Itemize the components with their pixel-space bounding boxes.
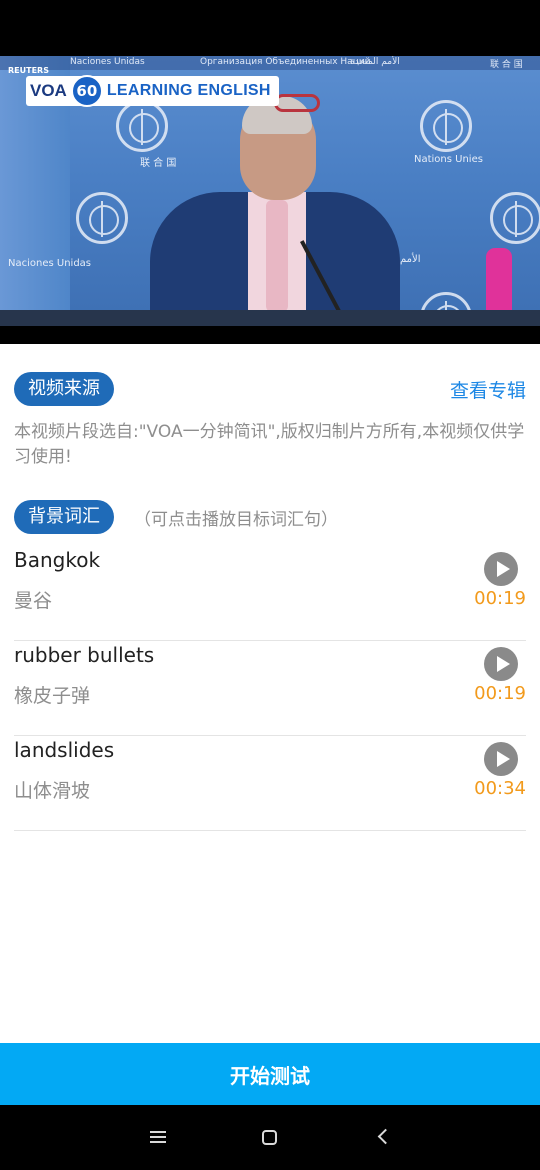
video-source-badge: 视频来源 [14,372,114,406]
vocab-timestamp: 00:19 [474,683,526,704]
speaker-figure [150,94,400,326]
back-icon[interactable] [377,1128,394,1145]
un-name-es: Naciones Unidas [70,57,145,67]
vocab-word: landslides [14,738,115,762]
un-name-zh: 联 合 国 [490,60,523,70]
list-item[interactable]: Bangkok 曼谷 00:19 [14,546,526,641]
un-emblem-icon [490,192,540,244]
desk [0,310,540,326]
start-test-button[interactable]: 开始测试 [0,1043,540,1105]
vocab-word: Bangkok [14,548,101,572]
vocab-header: 背景词汇 （可点击播放目标词汇句） [14,500,338,534]
un-emblem-icon [76,192,128,244]
un-label: Nations Unies [414,154,483,165]
un-label: الأمم [400,254,421,265]
status-bar [0,0,540,56]
vocab-word: rubber bullets [14,643,155,667]
list-item[interactable]: landslides 山体滑坡 00:34 [14,736,526,831]
voa-learning-english-logo: VOA 60 LEARNING ENGLISH [26,75,279,107]
video-player[interactable]: Naciones Unidas Организация Объединенных… [0,56,540,326]
play-icon[interactable] [484,647,518,681]
home-icon[interactable] [262,1130,277,1145]
play-icon[interactable] [484,742,518,776]
un-name-ar: الأمم المتحدة [350,57,400,67]
source-description: 本视频片段选自:"VOA一分钟简讯",版权归制片方所有,本视频仅供学习使用! [14,422,525,467]
video-source-header: 视频来源 [14,372,114,406]
vocab-badge: 背景词汇 [14,500,114,534]
un-name-ru: Организация Объединенных Наций [200,57,371,67]
play-icon[interactable] [484,552,518,586]
list-item[interactable]: rubber bullets 橡皮子弹 00:19 [14,641,526,736]
video-bottom-bar [0,326,540,344]
vocab-translation: 山体滑坡 [14,780,91,802]
water-bottle [486,248,512,318]
reuters-watermark: REUTERS [8,66,49,75]
un-emblem-icon [420,100,472,152]
view-album-link[interactable]: 查看专辑 [450,376,526,403]
un-label: Naciones Unidas [8,258,92,269]
menu-icon[interactable] [150,1131,166,1143]
un-name-strip: Naciones Unidas Организация Объединенных… [0,56,540,70]
vocab-timestamp: 00:19 [474,588,526,609]
vocab-list: Bangkok 曼谷 00:19 rubber bullets 橡皮子弹 00:… [14,546,526,831]
system-nav-bar [0,1105,540,1170]
vocab-hint: （可点击播放目标词汇句） [134,509,338,530]
vocab-timestamp: 00:34 [474,778,526,799]
vocab-translation: 橡皮子弹 [14,685,91,707]
vocab-translation: 曼谷 [14,590,53,612]
